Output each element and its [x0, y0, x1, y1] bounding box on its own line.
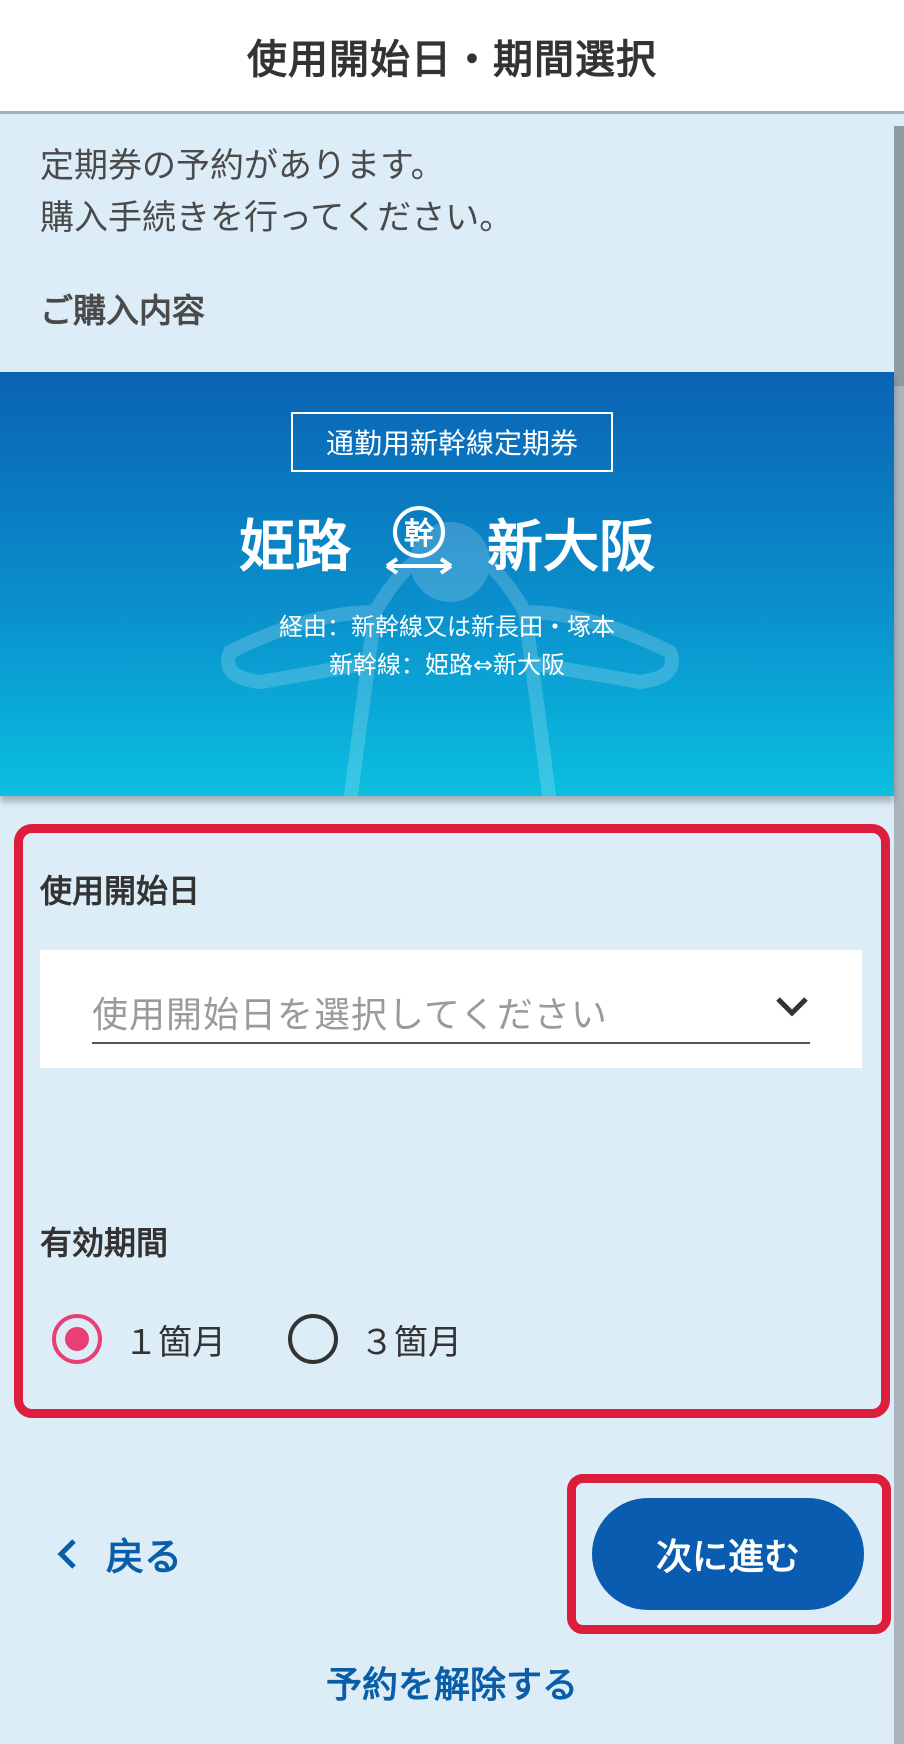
radio-unselected-icon[interactable] [288, 1314, 338, 1364]
back-button[interactable]: 戻る [56, 1526, 182, 1581]
validity-label: 有効期間 [40, 1224, 169, 1262]
origin-station: 姫路 [239, 514, 351, 580]
ticket-type-label: 通勤用新幹線定期券 [291, 412, 613, 472]
notice-line-1: 定期券の予約があります。 [40, 146, 445, 186]
chevron-left-icon [57, 1538, 76, 1569]
purchase-section-label: ご購入内容 [40, 291, 205, 330]
radio-label-one-month: １箇月 [124, 1322, 226, 1363]
start-date-select[interactable]: 使用開始日を選択してください [40, 950, 862, 1068]
via-line-2: 新幹線：姫路⇔新大阪 [328, 651, 566, 679]
validity-radio-group: １箇月 ３箇月 [52, 1314, 524, 1364]
chevron-down-icon [776, 997, 808, 1017]
app-header: 使用開始日・期間選択 [0, 0, 904, 114]
scrollbar[interactable] [894, 126, 904, 1744]
shinkansen-icon: 幹 [379, 502, 459, 582]
shinkansen-mark: 幹 [404, 517, 435, 552]
reservation-notice: 定期券の予約があります。 購入手続きを行ってください。 [40, 140, 860, 244]
notice-line-2: 購入手続きを行ってください。 [40, 198, 514, 238]
page-title: 使用開始日・期間選択 [247, 36, 657, 83]
radio-one-month[interactable]: １箇月 [52, 1314, 226, 1364]
radio-label-three-months: ３箇月 [360, 1322, 462, 1363]
via-line-1: 経由：新幹線又は新長田・塚本 [279, 613, 615, 641]
start-date-label: 使用開始日 [40, 872, 201, 910]
select-underline [92, 1042, 810, 1044]
back-label: 戻る [106, 1535, 183, 1579]
route-via: 経由：新幹線又は新長田・塚本 新幹線：姫路⇔新大阪 [0, 608, 894, 684]
ticket-route: 姫路 幹 新大阪 [0, 502, 894, 582]
cancel-reservation-link[interactable]: 予約を解除する [0, 1656, 904, 1708]
next-button[interactable]: 次に進む [592, 1498, 864, 1610]
radio-selected-icon[interactable] [52, 1314, 102, 1364]
start-date-placeholder: 使用開始日を選択してください [92, 995, 608, 1036]
destination-station: 新大阪 [487, 514, 655, 580]
ticket-card: 通勤用新幹線定期券 姫路 幹 新大阪 経由：新幹線又は新長田・塚本 新幹線：姫路… [0, 372, 894, 796]
scrollbar-thumb[interactable] [894, 126, 904, 386]
radio-three-months[interactable]: ３箇月 [288, 1314, 462, 1364]
